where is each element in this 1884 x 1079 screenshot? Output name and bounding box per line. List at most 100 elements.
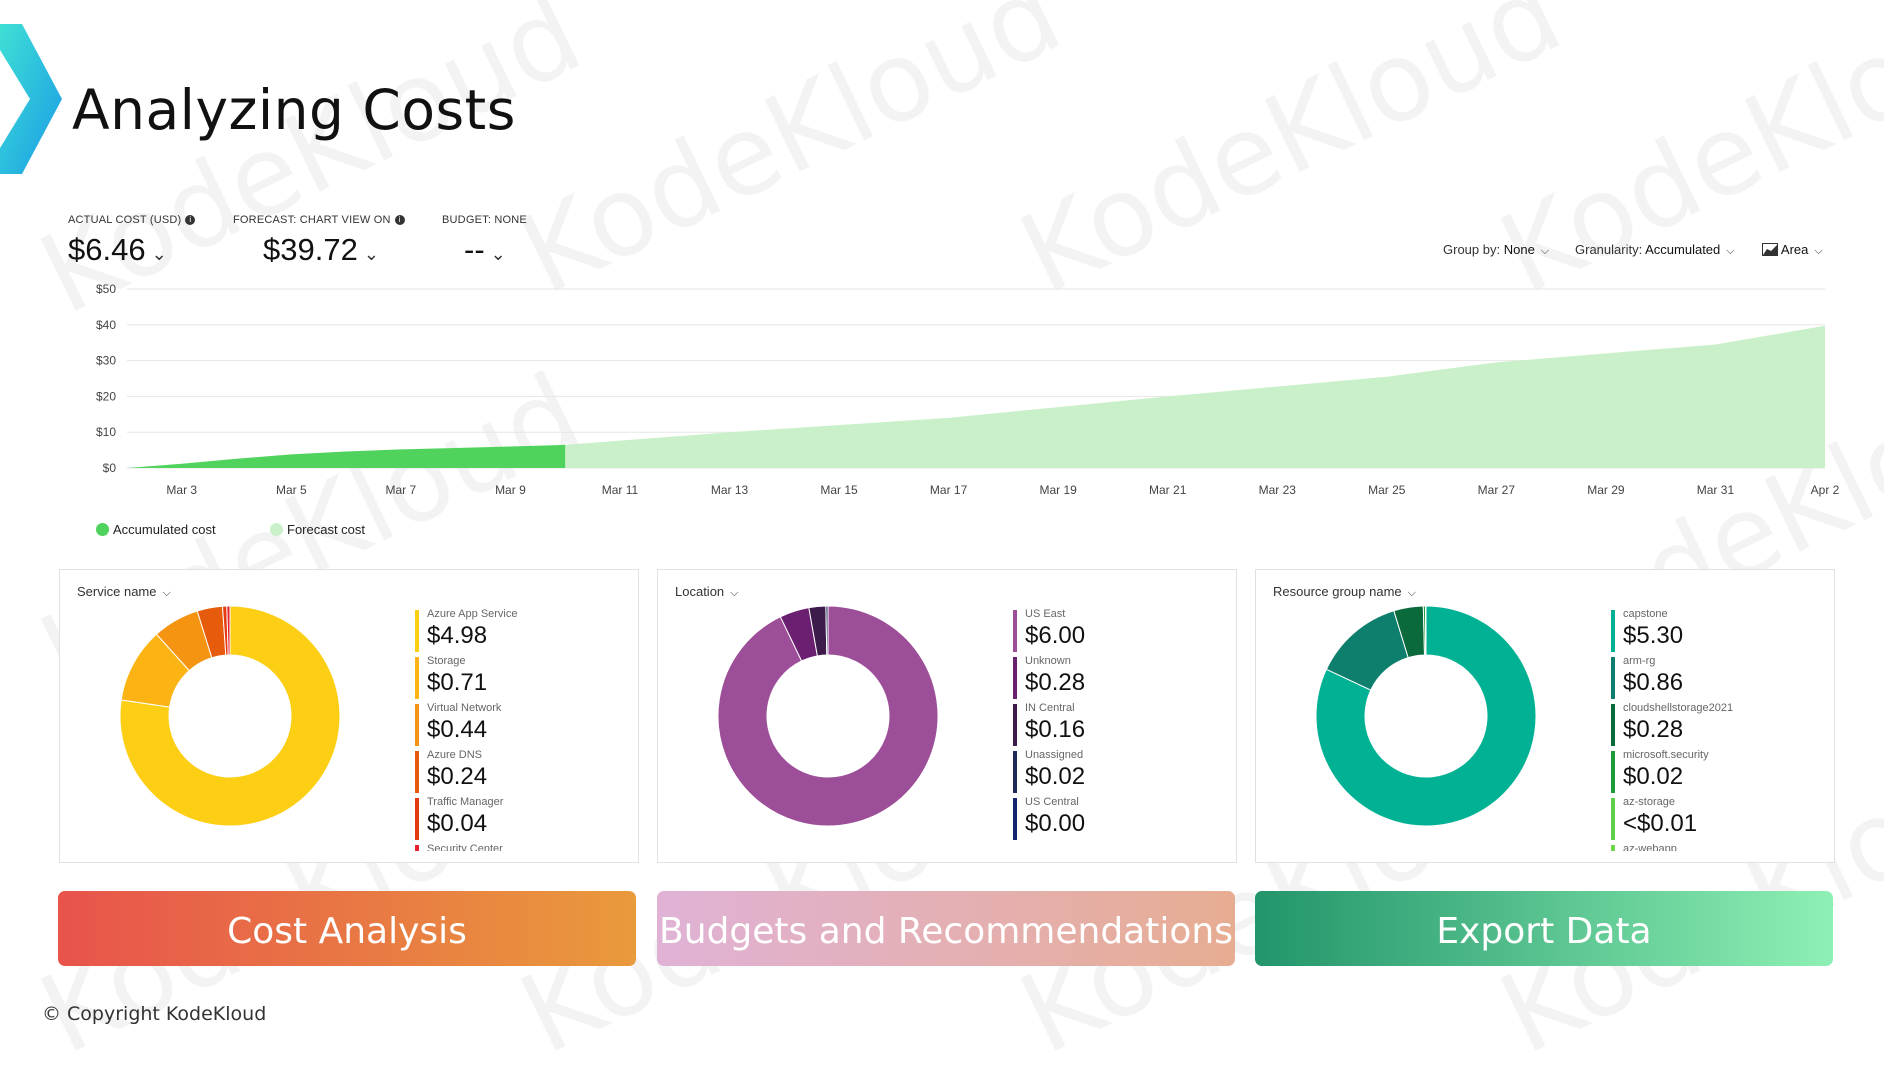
legend-item-value: $0.71 <box>427 669 488 696</box>
legend-color-bar <box>1611 610 1615 652</box>
panel-title: Resource group name <box>1273 584 1402 599</box>
legend-row[interactable]: Security Center <box>415 843 625 851</box>
legend-row[interactable]: arm-rg $0.86 <box>1611 655 1821 702</box>
legend-row[interactable]: az-storage <$0.01 <box>1611 796 1821 843</box>
legend-row[interactable]: capstone $5.30 <box>1611 608 1821 655</box>
x-tick-label: Mar 17 <box>930 483 968 497</box>
x-tick-label: Mar 15 <box>820 483 858 497</box>
forecast-label: FORECAST: CHART VIEW ON <box>233 214 391 226</box>
legend-row[interactable]: az-webapp <box>1611 843 1821 851</box>
legend-item-name: capstone <box>1623 608 1668 620</box>
x-tick-label: Apr 2 <box>1811 483 1840 497</box>
legend-color-bar <box>1013 751 1017 793</box>
x-tick-label: Mar 21 <box>1149 483 1187 497</box>
chart-type-dropdown[interactable]: Area ⌵ <box>1762 242 1823 258</box>
budget-kpi[interactable]: BUDGET: NONE -- ⌄ <box>442 214 527 268</box>
panel-title: Location <box>675 584 725 599</box>
legend-row[interactable]: Azure App Service $4.98 <box>415 608 625 655</box>
granularity-label: Granularity: <box>1575 242 1643 257</box>
legend-item-name: Azure App Service <box>427 608 518 620</box>
chevron-down-icon[interactable]: ⌄ <box>152 244 167 264</box>
legend-item-value: $0.16 <box>1025 716 1086 743</box>
legend-item-name: microsoft.security <box>1623 749 1709 761</box>
service-name-panel: Service name ⌵ Azure App Service $4.98 Stor… <box>59 569 639 863</box>
resource-group-dropdown[interactable]: Resource group name ⌵ <box>1273 584 1416 600</box>
donut-slice[interactable] <box>825 606 829 656</box>
legend-color-bar <box>415 610 419 652</box>
budget-value: -- <box>464 232 485 267</box>
legend-row[interactable]: Azure DNS $0.24 <box>415 749 625 796</box>
granularity-value: Accumulated <box>1645 242 1721 257</box>
granularity-dropdown[interactable]: Granularity: Accumulated ⌵ <box>1575 242 1735 258</box>
x-tick-label: Mar 13 <box>711 483 749 497</box>
legend-forecast[interactable]: Forecast cost <box>270 522 365 537</box>
location-donut-chart <box>718 606 938 826</box>
legend-color-bar <box>1611 751 1615 793</box>
legend-color-bar <box>1611 845 1615 851</box>
copyright-text: © Copyright KodeKloud <box>42 1003 267 1025</box>
x-tick-label: Mar 7 <box>386 483 417 497</box>
cost-analysis-button[interactable]: Cost Analysis <box>58 891 636 966</box>
info-icon[interactable]: i <box>394 215 405 225</box>
legend-row[interactable]: cloudshellstorage2021 $0.28 <box>1611 702 1821 749</box>
location-legend: US East $6.00 Unknown $0.28 IN Central $0.16 U… <box>1013 608 1223 843</box>
legend-row[interactable]: Traffic Manager $0.04 <box>415 796 625 843</box>
legend-item-value: $4.98 <box>427 622 488 649</box>
donut-slice[interactable] <box>1424 606 1427 656</box>
chevron-down-icon: ⌵ <box>1407 587 1416 599</box>
legend-item-name: Traffic Manager <box>427 796 504 808</box>
legend-row[interactable]: IN Central $0.16 <box>1013 702 1223 749</box>
chevron-down-icon[interactable]: ⌄ <box>491 244 506 264</box>
legend-accumulated-label: Accumulated cost <box>113 522 216 537</box>
budgets-recommendations-button[interactable]: Budgets and Recommendations <box>657 891 1235 966</box>
legend-item-value: $0.04 <box>427 810 488 837</box>
legend-color-bar <box>415 704 419 746</box>
legend-item-name: az-storage <box>1623 796 1675 808</box>
y-tick-label: $40 <box>96 318 116 332</box>
x-tick-label: Mar 25 <box>1368 483 1406 497</box>
x-tick-label: Mar 3 <box>166 483 197 497</box>
watermark: KodeKloud <box>1481 0 1884 319</box>
x-tick-label: Mar 5 <box>276 483 307 497</box>
legend-row[interactable]: US Central $0.00 <box>1013 796 1223 843</box>
legend-row[interactable]: Unassigned $0.02 <box>1013 749 1223 796</box>
legend-row[interactable]: Virtual Network $0.44 <box>415 702 625 749</box>
legend-item-value: $0.28 <box>1025 669 1086 696</box>
legend-forecast-label: Forecast cost <box>287 522 366 537</box>
export-data-button[interactable]: Export Data <box>1255 891 1833 966</box>
chevron-down-icon[interactable]: ⌄ <box>364 244 379 264</box>
location-dropdown[interactable]: Location ⌵ <box>675 584 739 600</box>
y-tick-label: $20 <box>96 389 116 403</box>
legend-item-name: arm-rg <box>1623 655 1656 667</box>
legend-item-value: $0.02 <box>1623 763 1684 790</box>
legend-item-name: Unassigned <box>1025 749 1084 761</box>
legend-item-name: Virtual Network <box>427 702 502 714</box>
legend-item-name: US Central <box>1025 796 1079 808</box>
legend-item-name: IN Central <box>1025 702 1075 714</box>
service-name-dropdown[interactable]: Service name ⌵ <box>77 584 171 600</box>
service-legend: Azure App Service $4.98 Storage $0.71 Virtua… <box>415 608 625 851</box>
series-area-accumulated-cost <box>127 444 566 468</box>
cost-area-chart: $50 $40 $30 $20 $10 $0 Mar 3 Mar 5 Mar 7 Mar 9 Mar… <box>96 282 1840 497</box>
legend-row[interactable]: Storage $0.71 <box>415 655 625 702</box>
legend-item-value: $0.28 <box>1623 716 1684 743</box>
info-icon[interactable]: i <box>185 215 196 225</box>
y-tick-label: $0 <box>103 461 117 475</box>
legend-accumulated[interactable]: Accumulated cost <box>96 522 216 537</box>
panel-title: Service name <box>77 584 157 599</box>
resource-group-panel: Resource group name ⌵ capstone $5.30 arm-rg… <box>1255 569 1835 863</box>
actual-cost-kpi[interactable]: ACTUAL COST (USD) i $6.46 ⌄ <box>68 214 196 268</box>
legend-item-value: $0.02 <box>1025 763 1086 790</box>
group-by-dropdown[interactable]: Group by: None ⌵ <box>1443 242 1549 258</box>
chevron-logo-icon <box>0 24 62 174</box>
legend-color-bar <box>1013 610 1017 652</box>
legend-item-name: az-webapp <box>1623 843 1677 851</box>
legend-color-bar <box>1013 704 1017 746</box>
forecast-kpi[interactable]: FORECAST: CHART VIEW ON i $39.72 ⌄ <box>233 214 405 268</box>
legend-item-value: $5.30 <box>1623 622 1684 649</box>
legend-row[interactable]: Unknown $0.28 <box>1013 655 1223 702</box>
legend-color-bar <box>1013 798 1017 840</box>
legend-swatch <box>270 523 283 536</box>
legend-row[interactable]: US East $6.00 <box>1013 608 1223 655</box>
legend-row[interactable]: microsoft.security $0.02 <box>1611 749 1821 796</box>
